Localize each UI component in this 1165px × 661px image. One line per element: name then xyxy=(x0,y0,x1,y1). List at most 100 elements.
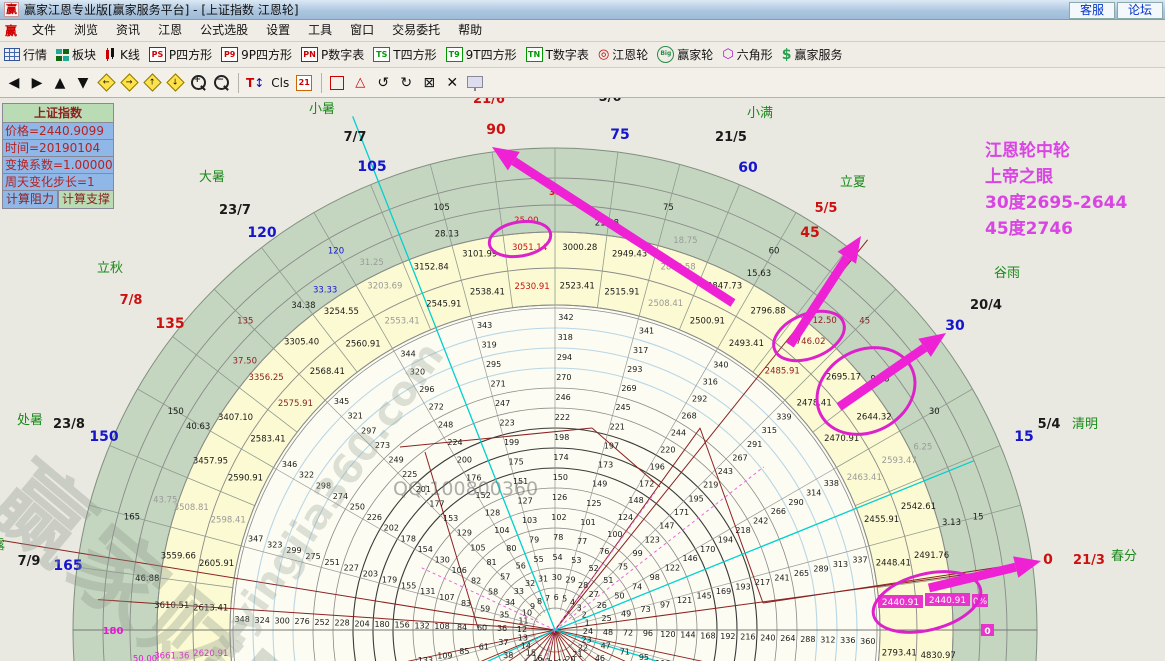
toolbar-hexagon-button[interactable]: ⬡ 六角形 xyxy=(722,46,772,63)
svg-text:2590.91: 2590.91 xyxy=(228,474,263,484)
svg-text:266: 266 xyxy=(771,507,786,516)
rectangle-icon xyxy=(330,75,345,90)
collapse-button[interactable]: ✕ xyxy=(444,74,460,92)
svg-text:242: 242 xyxy=(753,517,768,526)
svg-text:54: 54 xyxy=(552,553,562,562)
rotate-ccw-button[interactable]: ↺ xyxy=(375,74,391,92)
toolbar-quotes-button[interactable]: 行情 xyxy=(4,46,47,63)
projector-button[interactable] xyxy=(467,74,484,92)
svg-text:谷雨: 谷雨 xyxy=(994,266,1020,281)
boxed-x-button[interactable]: ⊠ xyxy=(421,74,437,92)
customer-service-button[interactable]: 客服 xyxy=(1068,2,1115,19)
svg-text:5: 5 xyxy=(562,594,567,603)
toolbar-9p-square-button[interactable]: P9 9P四方形 xyxy=(221,46,292,63)
calendar-button[interactable]: 21 xyxy=(296,74,313,92)
svg-text:2500.91: 2500.91 xyxy=(690,316,725,326)
cls-button[interactable]: Cls xyxy=(271,74,289,92)
svg-text:2553.41: 2553.41 xyxy=(385,317,420,327)
updown-scale-button[interactable]: T ↕ xyxy=(246,74,264,92)
toolbar-t-table-button[interactable]: TN T数字表 xyxy=(525,46,589,63)
svg-text:321: 321 xyxy=(348,412,363,421)
svg-text:194: 194 xyxy=(718,535,733,544)
shift-up-button[interactable]: ↑ xyxy=(142,73,162,92)
menu-help[interactable]: 帮助 xyxy=(449,20,491,41)
toolbar-kline-button[interactable]: K线 xyxy=(105,46,140,63)
svg-text:201: 201 xyxy=(416,485,431,494)
svg-text:297: 297 xyxy=(361,426,376,435)
svg-text:43.75: 43.75 xyxy=(153,496,177,506)
current-price-cell: 2440.91 xyxy=(878,595,923,608)
svg-text:73: 73 xyxy=(641,605,651,614)
forum-button[interactable]: 论坛 xyxy=(1116,2,1163,19)
nav-left-button[interactable]: ◀ xyxy=(6,74,22,92)
svg-text:大暑: 大暑 xyxy=(199,170,225,185)
svg-text:322: 322 xyxy=(299,471,314,480)
svg-text:23/7: 23/7 xyxy=(219,203,251,218)
toolbar-p-table-button[interactable]: PN P数字表 xyxy=(301,46,364,63)
menu-formula-stockpick[interactable]: 公式选股 xyxy=(191,20,257,41)
toolbar-gann-wheel-button[interactable]: ◎ 江恩轮 xyxy=(598,46,648,63)
shift-right-button[interactable]: → xyxy=(119,73,139,92)
menu-bar: 赢 文件 浏览 资讯 江恩 公式选股 设置 工具 窗口 交易委托 帮助 xyxy=(0,20,1165,42)
menu-browse[interactable]: 浏览 xyxy=(65,20,107,41)
svg-text:75: 75 xyxy=(618,563,628,572)
toolbar-winner-wheel-button[interactable]: Big 赢家轮 xyxy=(657,46,713,63)
menu-window[interactable]: 窗口 xyxy=(341,20,383,41)
svg-text:2560.91: 2560.91 xyxy=(345,339,380,349)
menu-file[interactable]: 文件 xyxy=(23,20,65,41)
svg-text:123: 123 xyxy=(645,535,660,544)
shift-down-button[interactable]: ↓ xyxy=(165,73,185,92)
svg-text:6.25: 6.25 xyxy=(913,443,932,453)
draw-triangle-button[interactable]: △ xyxy=(352,74,368,92)
svg-text:98: 98 xyxy=(650,573,660,582)
menu-gann[interactable]: 江恩 xyxy=(149,20,191,41)
menu-settings[interactable]: 设置 xyxy=(257,20,299,41)
svg-text:121: 121 xyxy=(677,596,692,605)
svg-text:32: 32 xyxy=(525,579,535,588)
menu-tools[interactable]: 工具 xyxy=(299,20,341,41)
toolbar-sectors-button[interactable]: 板块 xyxy=(56,46,96,63)
nav-down-button[interactable]: ▼ xyxy=(75,74,91,92)
shift-left-button[interactable]: ← xyxy=(96,73,116,92)
time-value: 时间=20190104 xyxy=(2,140,114,157)
svg-text:4830.97: 4830.97 xyxy=(921,651,956,661)
svg-text:2613.41: 2613.41 xyxy=(193,604,228,614)
calc-support-button[interactable]: 计算支撑 xyxy=(58,191,114,209)
svg-text:176: 176 xyxy=(466,473,481,482)
target-icon: ◎ xyxy=(597,47,610,62)
menu-news[interactable]: 资讯 xyxy=(107,20,149,41)
zoom-in-button[interactable]: + xyxy=(190,74,206,92)
svg-text:251: 251 xyxy=(325,558,340,567)
toolbar-p-square-button[interactable]: PS P四方形 xyxy=(148,46,212,63)
svg-text:25: 25 xyxy=(602,614,612,623)
toolbar-winner-service-button[interactable]: $ 赢家服务 xyxy=(782,46,843,63)
svg-text:195: 195 xyxy=(689,494,704,503)
svg-text:7/8: 7/8 xyxy=(120,293,143,308)
svg-text:2793.41: 2793.41 xyxy=(882,648,917,658)
nav-up-button[interactable]: ▲ xyxy=(52,74,68,92)
svg-text:104: 104 xyxy=(494,526,509,535)
svg-text:267: 267 xyxy=(732,453,747,462)
svg-text:2575.91: 2575.91 xyxy=(278,399,313,409)
svg-text:174: 174 xyxy=(553,453,568,462)
projector-icon xyxy=(467,75,484,91)
svg-text:132: 132 xyxy=(414,621,429,630)
toolbar-9t-square-button[interactable]: T9 9T四方形 xyxy=(445,46,517,63)
calc-resistance-button[interactable]: 计算阻力 xyxy=(2,191,58,209)
toolbar-t-square-button[interactable]: TS T四方形 xyxy=(373,46,437,63)
menu-trade-entrust[interactable]: 交易委托 xyxy=(383,20,449,41)
svg-text:273: 273 xyxy=(375,441,390,450)
svg-text:清明: 清明 xyxy=(1072,417,1098,432)
svg-text:346: 346 xyxy=(282,460,297,469)
svg-text:29: 29 xyxy=(565,575,575,584)
svg-text:101: 101 xyxy=(580,518,595,527)
svg-text:249: 249 xyxy=(388,456,403,465)
svg-text:156: 156 xyxy=(394,621,409,630)
svg-text:2478.41: 2478.41 xyxy=(797,398,832,408)
nav-right-button[interactable]: ▶ xyxy=(29,74,45,92)
svg-text:75: 75 xyxy=(610,127,629,143)
rotate-cw-button[interactable]: ↻ xyxy=(398,74,414,92)
zoom-out-button[interactable]: − xyxy=(213,74,229,92)
draw-rectangle-button[interactable] xyxy=(329,74,345,92)
svg-text:15.63: 15.63 xyxy=(747,269,771,279)
